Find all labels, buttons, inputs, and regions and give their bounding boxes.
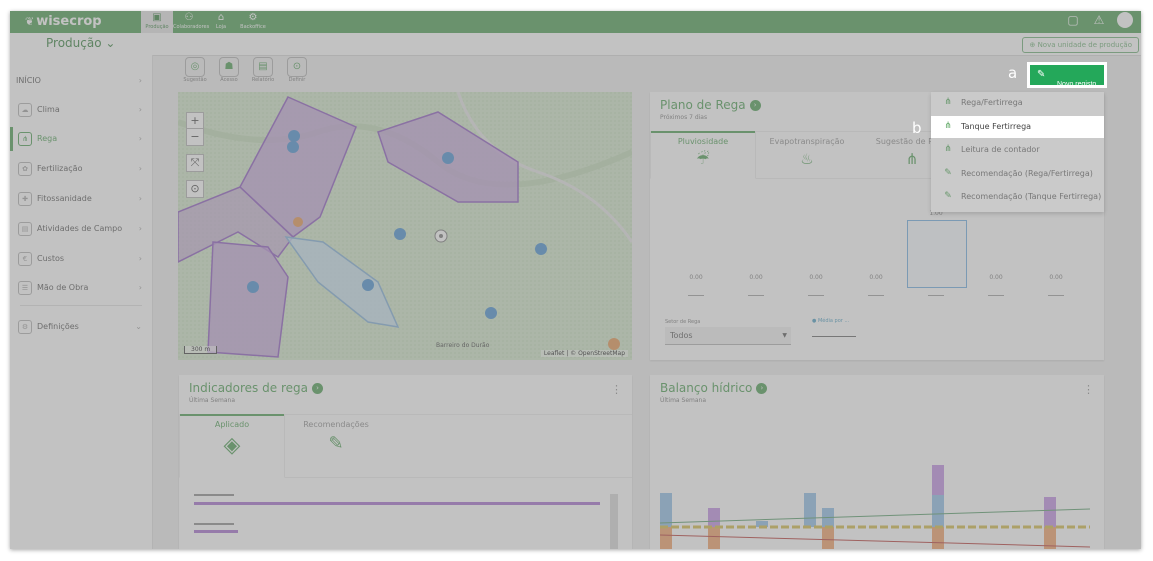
menu-dim <box>931 92 1104 212</box>
app-window: ❦ wisecrop ▣ Produção ⚇ Colaboradores ⌂ Loja… <box>10 11 1141 549</box>
tank-irrigation-icon: ⋔ <box>944 121 952 131</box>
callout-a: a <box>1008 64 1018 82</box>
callout-b: b <box>912 119 922 137</box>
pencil-icon: ✎ <box>1037 69 1046 80</box>
novo-registo-highlight: ✎ Novo registo <box>1027 62 1107 88</box>
novo-registo-menu: ⋔ Rega/Fertirrega ⋔ Leitura de contador ✎ R… <box>931 92 1104 212</box>
menu-item-tanque-fertirrega[interactable]: ⋔ Tanque Fertirrega <box>931 116 1104 138</box>
novo-registo-button[interactable]: ✎ Novo registo <box>1030 65 1104 88</box>
